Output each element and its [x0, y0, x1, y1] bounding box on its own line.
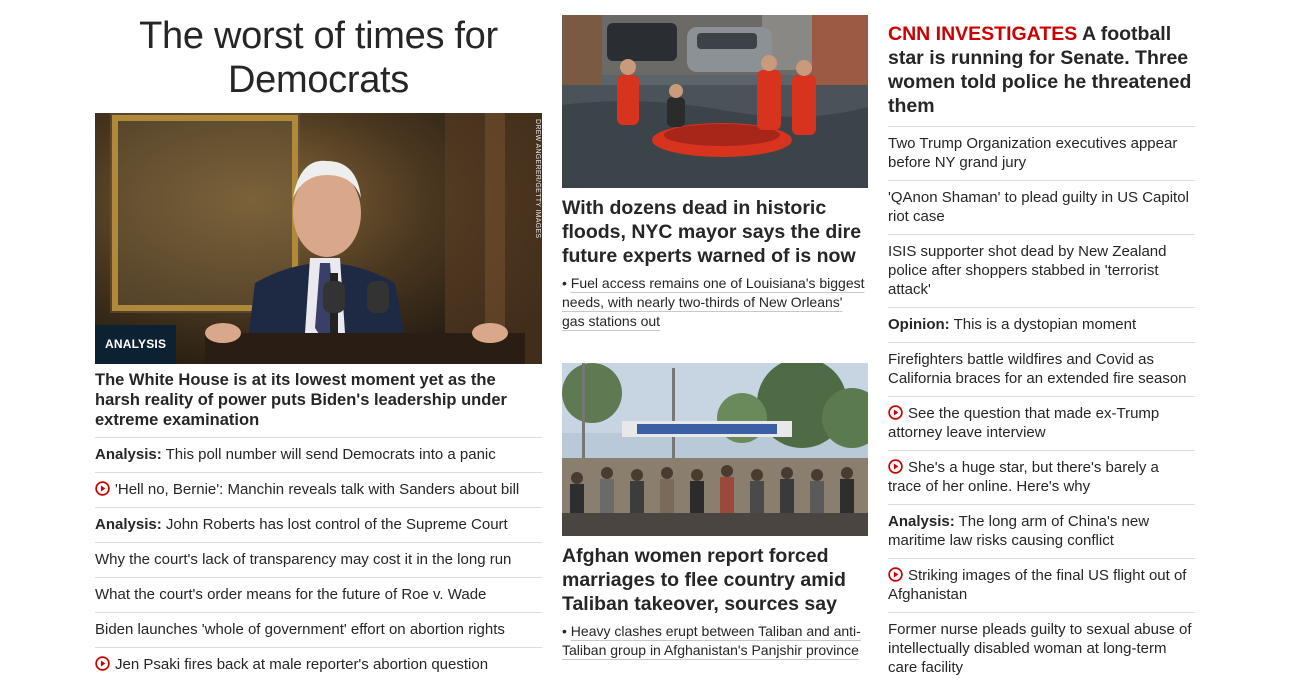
story-link[interactable]: Biden launches 'whole of government' eff… — [95, 613, 542, 648]
story-prefix: Analysis: — [888, 513, 955, 530]
story-link[interactable]: Analysis: The long arm of China's new ma… — [888, 505, 1195, 559]
hero-headline[interactable]: The White House is at its lowest moment … — [95, 370, 542, 438]
afghan-photo — [562, 363, 868, 536]
story-link[interactable]: See the question that made ex-Trump atto… — [888, 397, 1195, 451]
story-link[interactable]: Former nurse pleads guilty to sexual abu… — [888, 613, 1195, 685]
hero-title[interactable]: The worst of times for Democrats — [95, 14, 542, 102]
story-link[interactable]: Jen Psaki fires back at male reporter's … — [95, 648, 542, 682]
middle-column: With dozens dead in historic floods, NYC… — [562, 0, 868, 660]
photo-credit: DREW ANGERER/GETTY IMAGES — [534, 119, 541, 239]
analysis-badge: ANALYSIS — [95, 325, 177, 364]
afghan-image[interactable] — [562, 363, 868, 536]
story-link[interactable]: Analysis: John Roberts has lost control … — [95, 508, 542, 543]
flood-related-link[interactable]: • Fuel access remains one of Louisiana's… — [562, 274, 868, 331]
story-text: 'Hell no, Bernie': Manchin reveals talk … — [115, 481, 520, 498]
cnn-investigates-kicker: CNN INVESTIGATES — [888, 23, 1078, 45]
story-link[interactable]: Analysis: This poll number will send Dem… — [95, 438, 542, 473]
story-text: She's a huge star, but there's barely a … — [888, 459, 1159, 495]
hero-image-biden[interactable]: DREW ANGERER/GETTY IMAGES ANALYSIS — [95, 113, 542, 364]
lead-story-list: Analysis: This poll number will send Dem… — [95, 438, 542, 682]
story-link[interactable]: ISIS supporter shot dead by New Zealand … — [888, 235, 1195, 308]
story-text: Why the court's lack of transparency may… — [95, 551, 512, 568]
cnn-investigates-headline[interactable]: CNN INVESTIGATES A football star is runn… — [888, 22, 1195, 127]
story-text: This poll number will send Democrats int… — [165, 446, 496, 463]
flood-photo — [562, 15, 868, 188]
story-text: Former nurse pleads guilty to sexual abu… — [888, 621, 1192, 676]
story-text: What the court's order means for the fut… — [95, 586, 487, 603]
story-text: 'QAnon Shaman' to plead guilty in US Cap… — [888, 189, 1189, 225]
play-circle-icon — [888, 405, 903, 420]
story-link[interactable]: Firefighters battle wildfires and Covid … — [888, 343, 1195, 397]
right-column: CNN INVESTIGATES A football star is runn… — [888, 0, 1195, 685]
flood-image[interactable] — [562, 15, 868, 188]
story-link[interactable]: 'Hell no, Bernie': Manchin reveals talk … — [95, 473, 542, 508]
story-link[interactable]: Two Trump Organization executives appear… — [888, 127, 1195, 181]
story-prefix: Analysis: — [95, 516, 162, 533]
story-link[interactable]: Striking images of the final US flight o… — [888, 559, 1195, 613]
play-circle-icon — [888, 459, 903, 474]
story-link[interactable]: She's a huge star, but there's barely a … — [888, 451, 1195, 505]
play-circle-icon — [888, 567, 903, 582]
story-text: John Roberts has lost control of the Sup… — [165, 516, 508, 533]
story-text: Jen Psaki fires back at male reporter's … — [115, 656, 489, 673]
right-story-list: Two Trump Organization executives appear… — [888, 127, 1195, 685]
story-text: Biden launches 'whole of government' eff… — [95, 621, 505, 638]
play-circle-icon — [95, 481, 110, 496]
story-link[interactable]: Opinion: This is a dystopian moment — [888, 308, 1195, 343]
story-link[interactable]: 'QAnon Shaman' to plead guilty in US Cap… — [888, 181, 1195, 235]
story-link[interactable]: What the court's order means for the fut… — [95, 578, 542, 613]
lead-column: The worst of times for Democrats DREW AN… — [95, 0, 542, 682]
afghan-headline[interactable]: Afghan women report forced marriages to … — [562, 544, 868, 616]
play-circle-icon — [95, 656, 110, 671]
flood-headline[interactable]: With dozens dead in historic floods, NYC… — [562, 196, 868, 268]
story-text: Firefighters battle wildfires and Covid … — [888, 351, 1187, 387]
story-text: Two Trump Organization executives appear… — [888, 135, 1178, 171]
story-link[interactable]: Why the court's lack of transparency may… — [95, 543, 542, 578]
afghan-related-link[interactable]: • Heavy clashes erupt between Taliban an… — [562, 622, 868, 660]
story-text: ISIS supporter shot dead by New Zealand … — [888, 243, 1167, 298]
story-text: This is a dystopian moment — [953, 316, 1137, 333]
story-text: Striking images of the final US flight o… — [888, 567, 1187, 603]
story-text: See the question that made ex-Trump atto… — [888, 405, 1160, 441]
story-prefix: Opinion: — [888, 316, 950, 333]
story-prefix: Analysis: — [95, 446, 162, 463]
